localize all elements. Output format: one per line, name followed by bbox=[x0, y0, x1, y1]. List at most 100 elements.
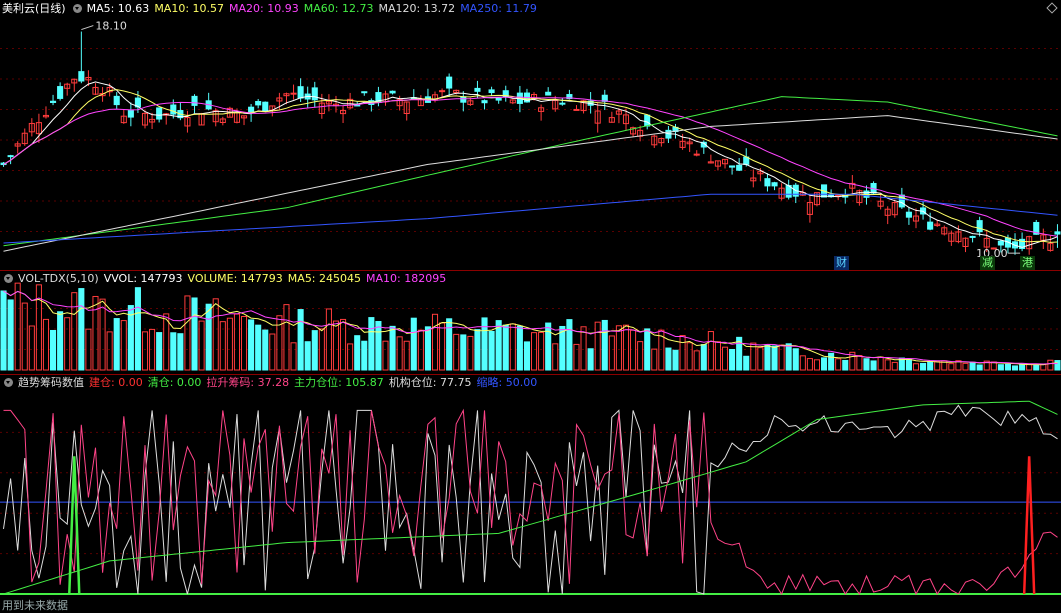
volume-bar bbox=[601, 319, 608, 371]
candle-body bbox=[127, 110, 134, 118]
volume-bar bbox=[764, 344, 771, 371]
volume-bar bbox=[417, 329, 424, 371]
candle-body bbox=[113, 95, 120, 106]
volume-bar bbox=[311, 330, 318, 371]
volume-bar bbox=[828, 352, 835, 371]
chevron-down-icon[interactable] bbox=[72, 4, 82, 13]
event-marker-finance[interactable]: 财 bbox=[834, 256, 849, 270]
event-marker-reduce[interactable]: 减 bbox=[980, 256, 995, 270]
volume-bar bbox=[396, 336, 403, 371]
volume-bar bbox=[856, 355, 863, 371]
volume-bar bbox=[361, 340, 368, 371]
indicator-legend-4: 机构仓位: 77.75 bbox=[388, 376, 472, 389]
kline-pane[interactable]: 18.10 10.00 美利云(日线) MA5: 10.63 MA10: 10.57 M… bbox=[0, 0, 1061, 270]
candle-body bbox=[927, 221, 934, 230]
indicator-pane[interactable]: 趋势筹码数值 建仓: 0.00 清仓: 0.00 拉升筹码: 37.28 主力仓位: 1… bbox=[0, 374, 1061, 611]
volume-bar bbox=[304, 341, 311, 371]
volume-bar bbox=[403, 340, 410, 371]
volume-bar bbox=[212, 298, 219, 371]
candle-body bbox=[290, 92, 297, 95]
volume-bar bbox=[28, 325, 35, 371]
volume-bar bbox=[545, 322, 552, 371]
candle-body bbox=[78, 71, 85, 82]
candle-body bbox=[1054, 231, 1061, 235]
volume-bar bbox=[64, 317, 71, 371]
volume-bar bbox=[637, 341, 644, 371]
volume-bar bbox=[891, 361, 898, 371]
candle-body bbox=[262, 101, 269, 113]
candle-body bbox=[736, 164, 743, 171]
volume-bar bbox=[474, 329, 481, 371]
volume-bar bbox=[297, 309, 304, 371]
volume-bar bbox=[184, 295, 191, 371]
candle-body bbox=[976, 220, 983, 233]
volume-bar bbox=[729, 348, 736, 371]
candle-body bbox=[255, 101, 262, 106]
candle-body bbox=[460, 96, 467, 103]
candle-body bbox=[488, 89, 495, 94]
volume-bar bbox=[523, 341, 531, 371]
candle-body bbox=[389, 90, 396, 94]
volume-bar bbox=[686, 342, 693, 371]
volume-bar bbox=[651, 348, 658, 371]
volume-bar bbox=[912, 363, 920, 371]
volume-bar bbox=[177, 333, 184, 371]
volume-bar bbox=[884, 359, 891, 371]
indicator-header: 趋势筹码数值 建仓: 0.00 清仓: 0.00 拉升筹码: 37.28 主力仓位: 1… bbox=[2, 376, 547, 390]
volume-bar bbox=[771, 345, 778, 371]
volume-bar bbox=[424, 326, 431, 371]
candle-body bbox=[997, 240, 1004, 246]
volume-bar bbox=[439, 322, 446, 371]
volume-bar bbox=[630, 329, 637, 371]
kline-legend-3: MA60: 12.73 bbox=[303, 2, 374, 15]
kline-legend-4: MA120: 13.72 bbox=[378, 2, 456, 15]
candle-body bbox=[545, 91, 552, 96]
volume-bar bbox=[191, 297, 198, 371]
volume-bar bbox=[248, 319, 255, 371]
volume-bar bbox=[340, 318, 347, 371]
candle-body bbox=[729, 165, 736, 168]
volume-bar bbox=[389, 325, 396, 371]
volume-bar bbox=[134, 287, 141, 371]
volume-legend-2: MA5: 245045 bbox=[287, 272, 362, 285]
chevron-down-icon[interactable] bbox=[4, 274, 13, 283]
kline-chart[interactable]: 18.1010.00 bbox=[0, 0, 1061, 270]
volume-bar bbox=[262, 329, 269, 371]
volume-legend-0: VVOL: 147793 bbox=[103, 272, 183, 285]
volume-bar bbox=[325, 308, 332, 371]
volume-bar bbox=[99, 298, 106, 371]
volume-bar bbox=[969, 361, 976, 371]
volume-bar bbox=[120, 320, 127, 371]
build-position-spike bbox=[1022, 456, 1036, 595]
chevron-down-icon[interactable] bbox=[4, 378, 13, 387]
indicator-legend-3: 主力仓位: 105.87 bbox=[294, 376, 384, 389]
volume-legend-1: VOLUME: 147793 bbox=[187, 272, 283, 285]
volume-bar bbox=[269, 333, 276, 371]
volume-bar bbox=[1004, 363, 1011, 371]
indicator-chart[interactable] bbox=[0, 374, 1061, 611]
volume-bar bbox=[870, 360, 877, 371]
volume-bar bbox=[375, 321, 382, 371]
volume-bar bbox=[813, 359, 821, 371]
candle-body bbox=[311, 87, 318, 101]
volume-pane[interactable]: VOL-TDX(5,10) VVOL: 147793 VOLUME: 147793 M… bbox=[0, 270, 1061, 374]
volume-bar bbox=[290, 342, 297, 371]
kline-header: 美利云(日线) MA5: 10.63 MA10: 10.57 MA20: 10.93 M… bbox=[2, 2, 547, 16]
volume-bar bbox=[976, 364, 983, 371]
volume-bar bbox=[21, 302, 28, 371]
volume-bar bbox=[927, 361, 934, 371]
event-marker-hk[interactable]: 港 bbox=[1020, 256, 1035, 270]
volume-bar bbox=[792, 348, 799, 371]
volume-bar bbox=[163, 313, 170, 371]
volume-bar bbox=[431, 313, 439, 371]
volume-bar bbox=[552, 343, 559, 371]
volume-bar bbox=[255, 324, 262, 371]
volume-bar bbox=[354, 335, 361, 371]
volume-bar bbox=[622, 324, 630, 371]
volume-bar bbox=[799, 355, 806, 371]
candle-body bbox=[297, 86, 304, 99]
volume-legend-3: MA10: 182095 bbox=[366, 272, 447, 285]
volume-bar bbox=[1011, 365, 1019, 371]
volume-bar bbox=[778, 344, 785, 371]
volume-bar bbox=[905, 358, 912, 371]
